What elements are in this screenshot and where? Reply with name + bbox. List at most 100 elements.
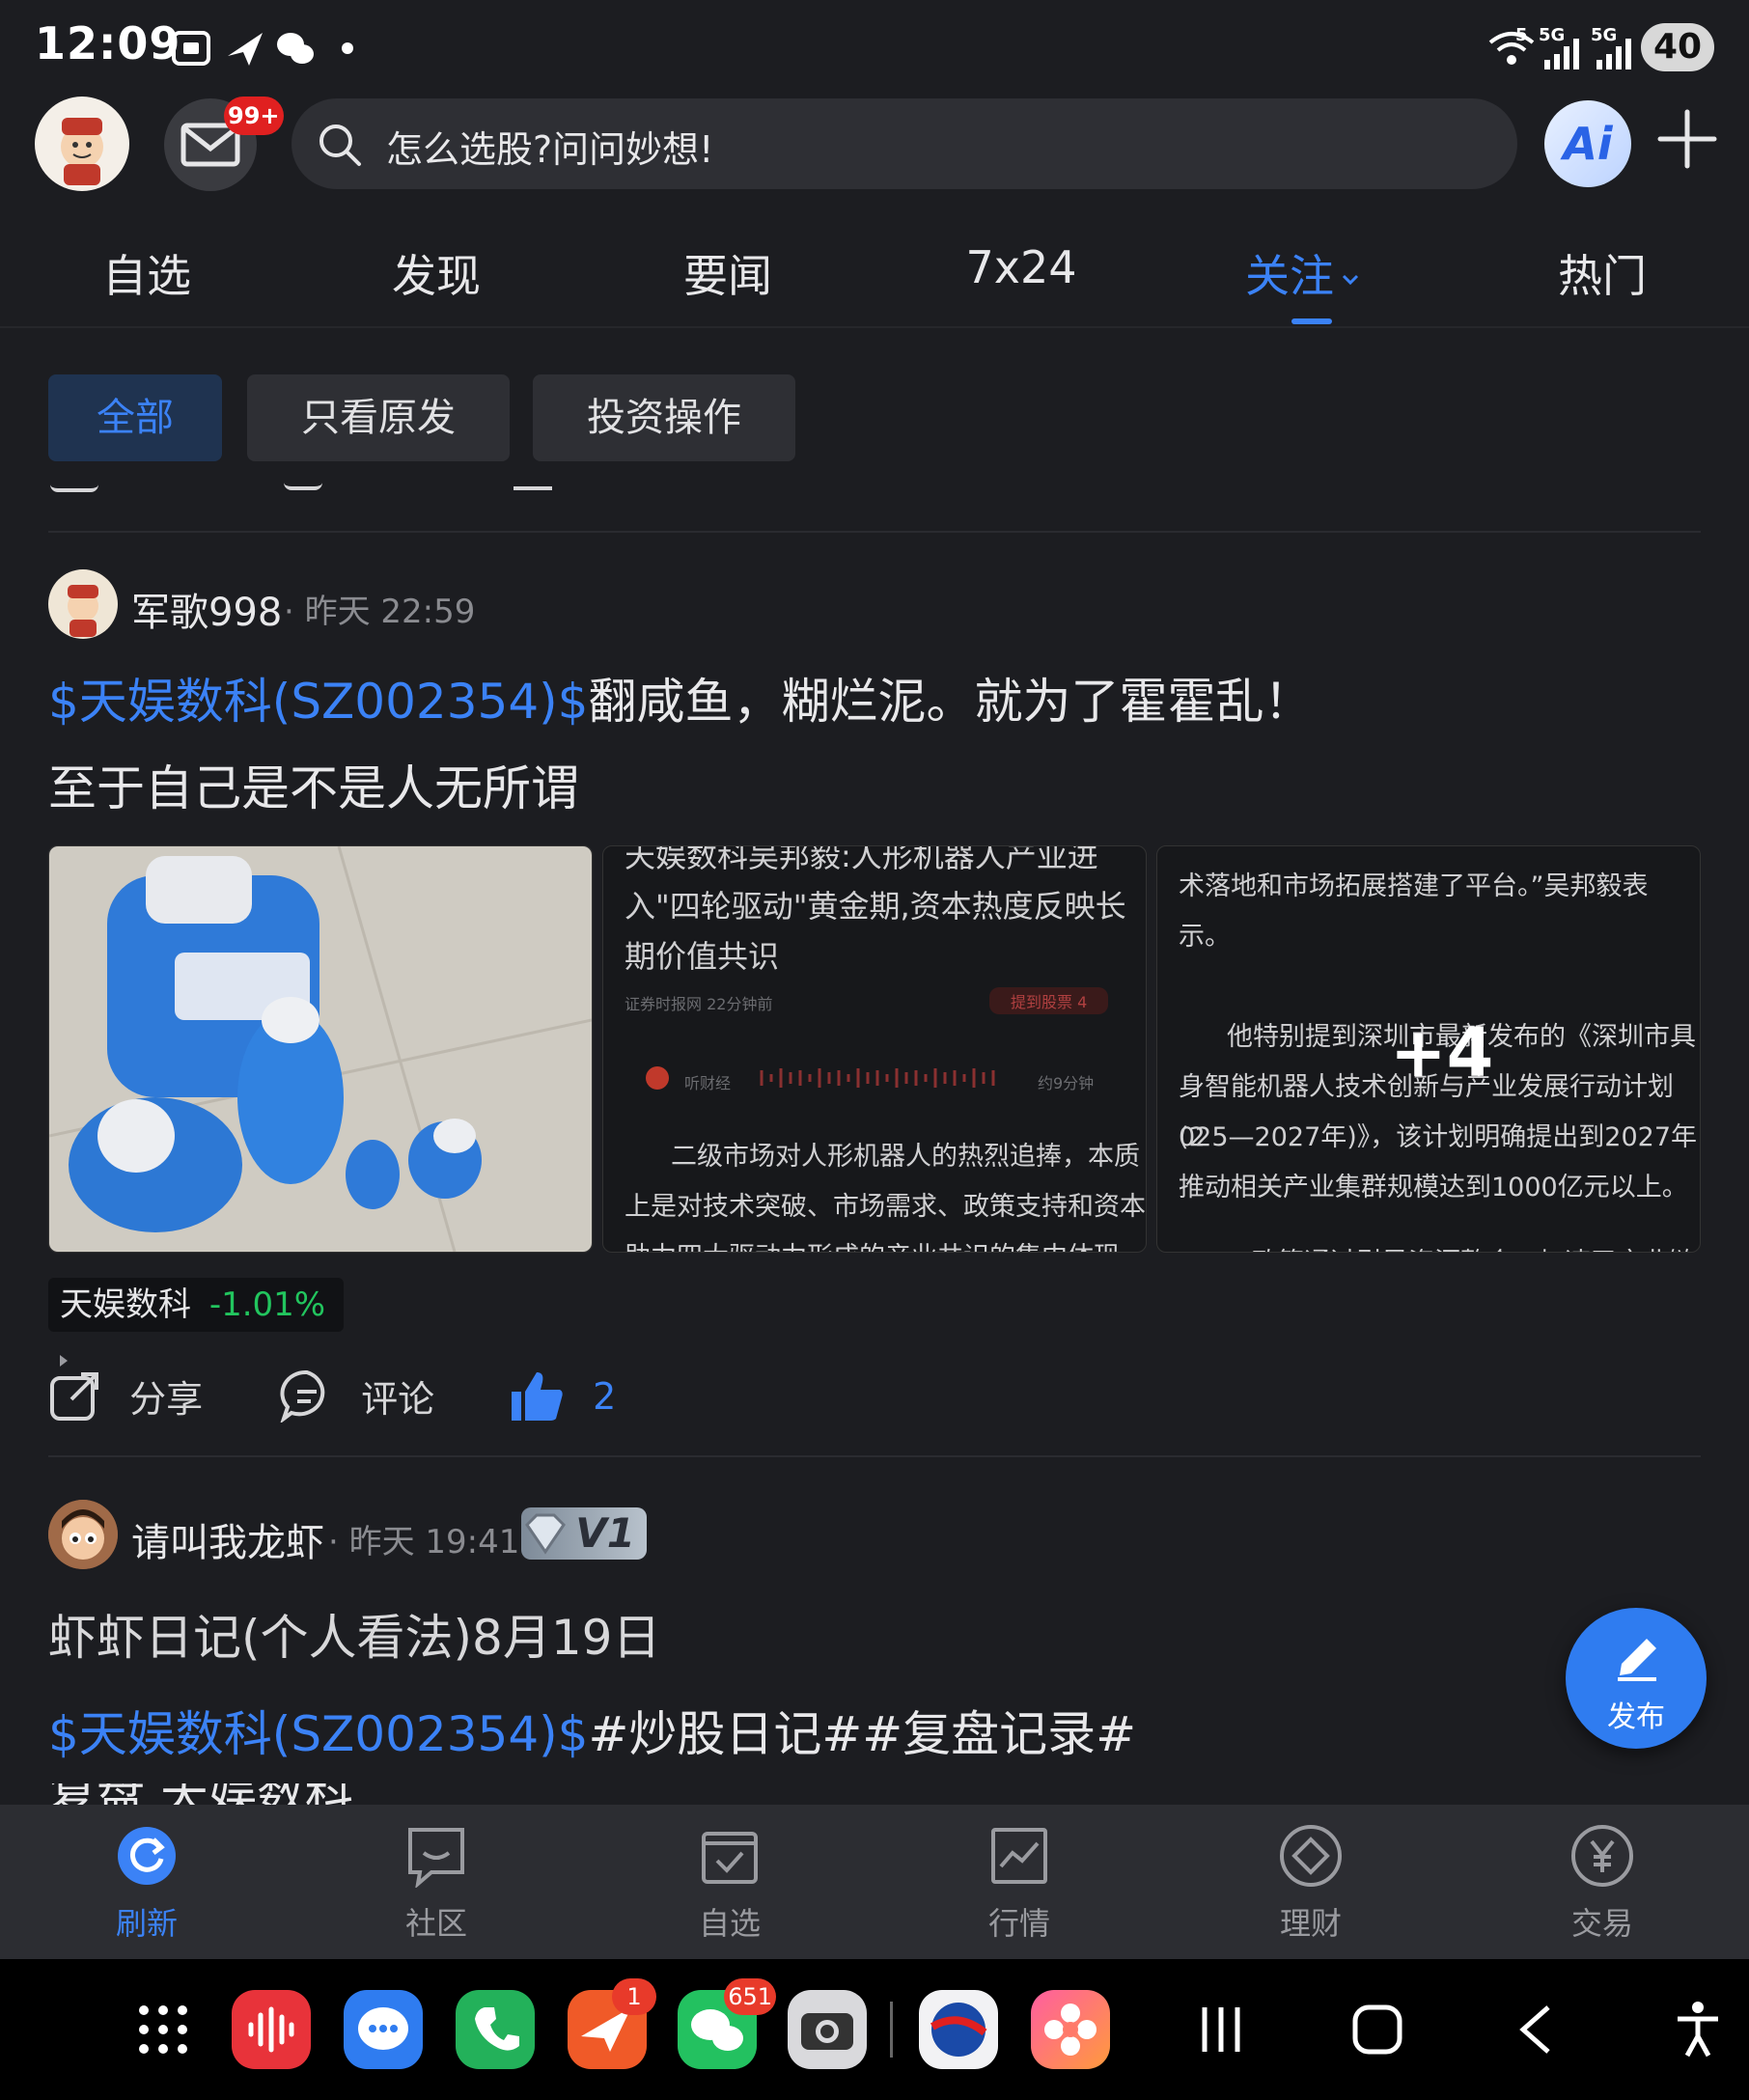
feishu-app-icon[interactable]: 1 xyxy=(568,1978,656,2069)
more-images-count: +4 xyxy=(1390,1013,1494,1092)
partial-like-icon xyxy=(514,473,552,490)
post-text: 翻咸鱼，糊烂泥。就为了霍霍乱！ xyxy=(588,674,1313,730)
filter-original-only[interactable]: 只看原发 xyxy=(247,374,510,461)
audio-play-icon xyxy=(646,1066,669,1090)
filter-all[interactable]: 全部 xyxy=(48,374,222,461)
refresh-icon xyxy=(118,1827,176,1885)
stock-link[interactable]: $天娱数科(SZ002354)$ xyxy=(48,674,589,730)
post-time: · 昨天 19:41 xyxy=(328,1523,520,1561)
publish-label: 发布 xyxy=(1607,1700,1665,1734)
check-list-icon xyxy=(702,1832,758,1884)
recent-apps-icon[interactable] xyxy=(1197,2003,1245,2056)
pencil-icon xyxy=(1618,1639,1656,1681)
share-button[interactable]: 分享 xyxy=(48,1368,203,1423)
home-icon[interactable] xyxy=(1351,2003,1403,2056)
main-tabs: 自选 发现 要闻 7x24 关注 热门 xyxy=(0,232,1749,328)
comment-icon xyxy=(280,1369,325,1424)
ai-assistant-button[interactable]: Ai xyxy=(1544,100,1631,187)
post-image-1[interactable] xyxy=(48,845,593,1253)
audio-duration: 约9分钟 xyxy=(1038,1074,1095,1092)
avatar-character-icon xyxy=(61,118,103,185)
post-hashtags[interactable]: #炒股日记##复盘记录# xyxy=(589,1706,1137,1762)
nav-community[interactable]: 社区 xyxy=(359,1824,514,1944)
diamond-icon xyxy=(525,1513,566,1555)
status-bar: 12:09 5 5G 5G 40 xyxy=(0,0,1749,93)
chevron-down-icon xyxy=(1342,274,1359,285)
active-tab-indicator xyxy=(1291,318,1332,324)
like-count: 2 xyxy=(593,1375,617,1418)
back-icon[interactable] xyxy=(1515,2003,1554,2056)
nav-watchlist[interactable]: 自选 xyxy=(652,1824,807,1944)
tab-watchlist[interactable]: 自选 xyxy=(50,241,243,305)
paper-plane-icon xyxy=(228,33,263,66)
mail-badge: 99+ xyxy=(224,97,284,135)
plus-icon[interactable] xyxy=(1656,108,1718,170)
post-title: 虾虾日记(个人看法)8月19日 xyxy=(48,1610,661,1666)
article3-line9: “政策通过引导资源整合，加速了产业链 xyxy=(1238,1238,1695,1252)
share-icon xyxy=(50,1372,98,1421)
stock-link[interactable]: $天娱数科(SZ002354)$ xyxy=(48,1706,589,1762)
tab-news[interactable]: 要闻 xyxy=(631,241,824,305)
nav-market-label: 行情 xyxy=(987,1905,1050,1942)
tab-7x24[interactable]: 7x24 xyxy=(925,241,1118,293)
accessibility-icon[interactable] xyxy=(1674,2000,1722,2058)
app-badge: 1 xyxy=(612,1978,656,2015)
nav-trade[interactable]: 交易 xyxy=(1525,1824,1680,1944)
brand-logo-icon xyxy=(930,2003,987,2057)
post-author-name[interactable]: 请叫我龙虾 xyxy=(131,1511,324,1567)
search-icon xyxy=(319,124,361,166)
voice-recorder-app-icon[interactable] xyxy=(232,1990,311,2069)
nav-wealth[interactable]: 理财 xyxy=(1234,1824,1388,1944)
caret-right-icon xyxy=(60,1354,68,1367)
post-author-name[interactable]: 军歌998 xyxy=(131,581,282,637)
tab-following-label: 关注 xyxy=(1245,250,1334,302)
gallery-app-icon[interactable] xyxy=(1031,1990,1110,2069)
avatar-cartoon-boy-icon xyxy=(48,1500,118,1569)
nav-trade-label: 交易 xyxy=(1570,1905,1633,1942)
search-bar[interactable]: 怎么选股?问问妙想! xyxy=(292,98,1517,189)
thumbs-up-icon xyxy=(512,1372,563,1421)
phone-app-icon[interactable] xyxy=(456,1990,535,2069)
article-title-line3: 期价值共识 xyxy=(625,938,780,975)
tab-discover[interactable]: 发现 xyxy=(340,241,533,305)
message-bubble-icon xyxy=(358,2007,408,2050)
user-avatar[interactable] xyxy=(35,97,129,191)
share-label: 分享 xyxy=(129,1377,204,1421)
signal-icon-1 xyxy=(1544,39,1579,69)
article-source: 证券时报网 22分钟前 xyxy=(625,995,773,1013)
post-author-avatar[interactable] xyxy=(48,569,118,639)
camera-app-icon[interactable] xyxy=(788,1990,867,2069)
eastmoney-app-icon[interactable] xyxy=(919,1990,998,2069)
nav-refresh[interactable]: 刷新 xyxy=(69,1824,224,1944)
article3-line1: 术落地和市场拓展搭建了平台。”吴邦毅表 xyxy=(1179,871,1649,901)
filter-investment-ops[interactable]: 投资操作 xyxy=(533,374,795,461)
bottom-navigation: 刷新 社区 自选 行情 理财 交易 xyxy=(0,1805,1749,1959)
avatar-character-icon xyxy=(68,585,98,637)
like-button[interactable]: 2 xyxy=(510,1368,616,1424)
stock-quote-tag[interactable]: 天娱数科 -1.01% xyxy=(48,1278,344,1367)
partial-comment-icon xyxy=(284,473,322,490)
tab-following[interactable]: 关注 xyxy=(1207,241,1400,305)
wifi-band-label: 5 xyxy=(1515,25,1528,45)
publish-button[interactable]: 发布 xyxy=(1566,1608,1707,1749)
tab-hot[interactable]: 热门 xyxy=(1506,241,1699,305)
chart-icon xyxy=(991,1828,1047,1884)
app-drawer-icon[interactable] xyxy=(137,2003,189,2056)
post-partial-text: 复盘 天娱数科 xyxy=(48,1783,724,1805)
messages-app-icon[interactable] xyxy=(344,1990,423,2069)
nav-market[interactable]: 行情 xyxy=(942,1824,1097,1944)
stock-tag-name: 天娱数科 xyxy=(60,1285,191,1324)
post-body: $天娱数科(SZ002354)$#炒股日记##复盘记录# xyxy=(48,1691,1136,1778)
article-body-line1: 二级市场对人形机器人的热烈追捧，本质 xyxy=(671,1142,1140,1172)
article-title-line1: 天娱数科吴邦毅:人形机器人产业进 xyxy=(625,845,1098,874)
signal-icon-2 xyxy=(1596,39,1631,69)
post-body: $天娱数科(SZ002354)$翻咸鱼，糊烂泥。就为了霍霍乱！ 至于自己是不是人… xyxy=(48,658,1708,832)
comment-button[interactable]: 评论 xyxy=(280,1368,434,1424)
wechat-icon xyxy=(277,33,314,64)
post-author-avatar[interactable] xyxy=(48,1500,118,1569)
post-image-2[interactable]: 天娱数科吴邦毅:人形机器人产业进 入"四轮驱动"黄金期,资本热度反映长 期价值共… xyxy=(602,845,1147,1253)
article-body-line2: 上是对技术突破、市场需求、政策支持和资本 xyxy=(625,1192,1146,1222)
article3-line7: 推动相关产业集群规模达到1000亿元以上。 xyxy=(1179,1173,1688,1202)
battery-indicator: 40 xyxy=(1641,23,1714,71)
wechat-app-icon[interactable]: 651 xyxy=(678,1978,776,2069)
